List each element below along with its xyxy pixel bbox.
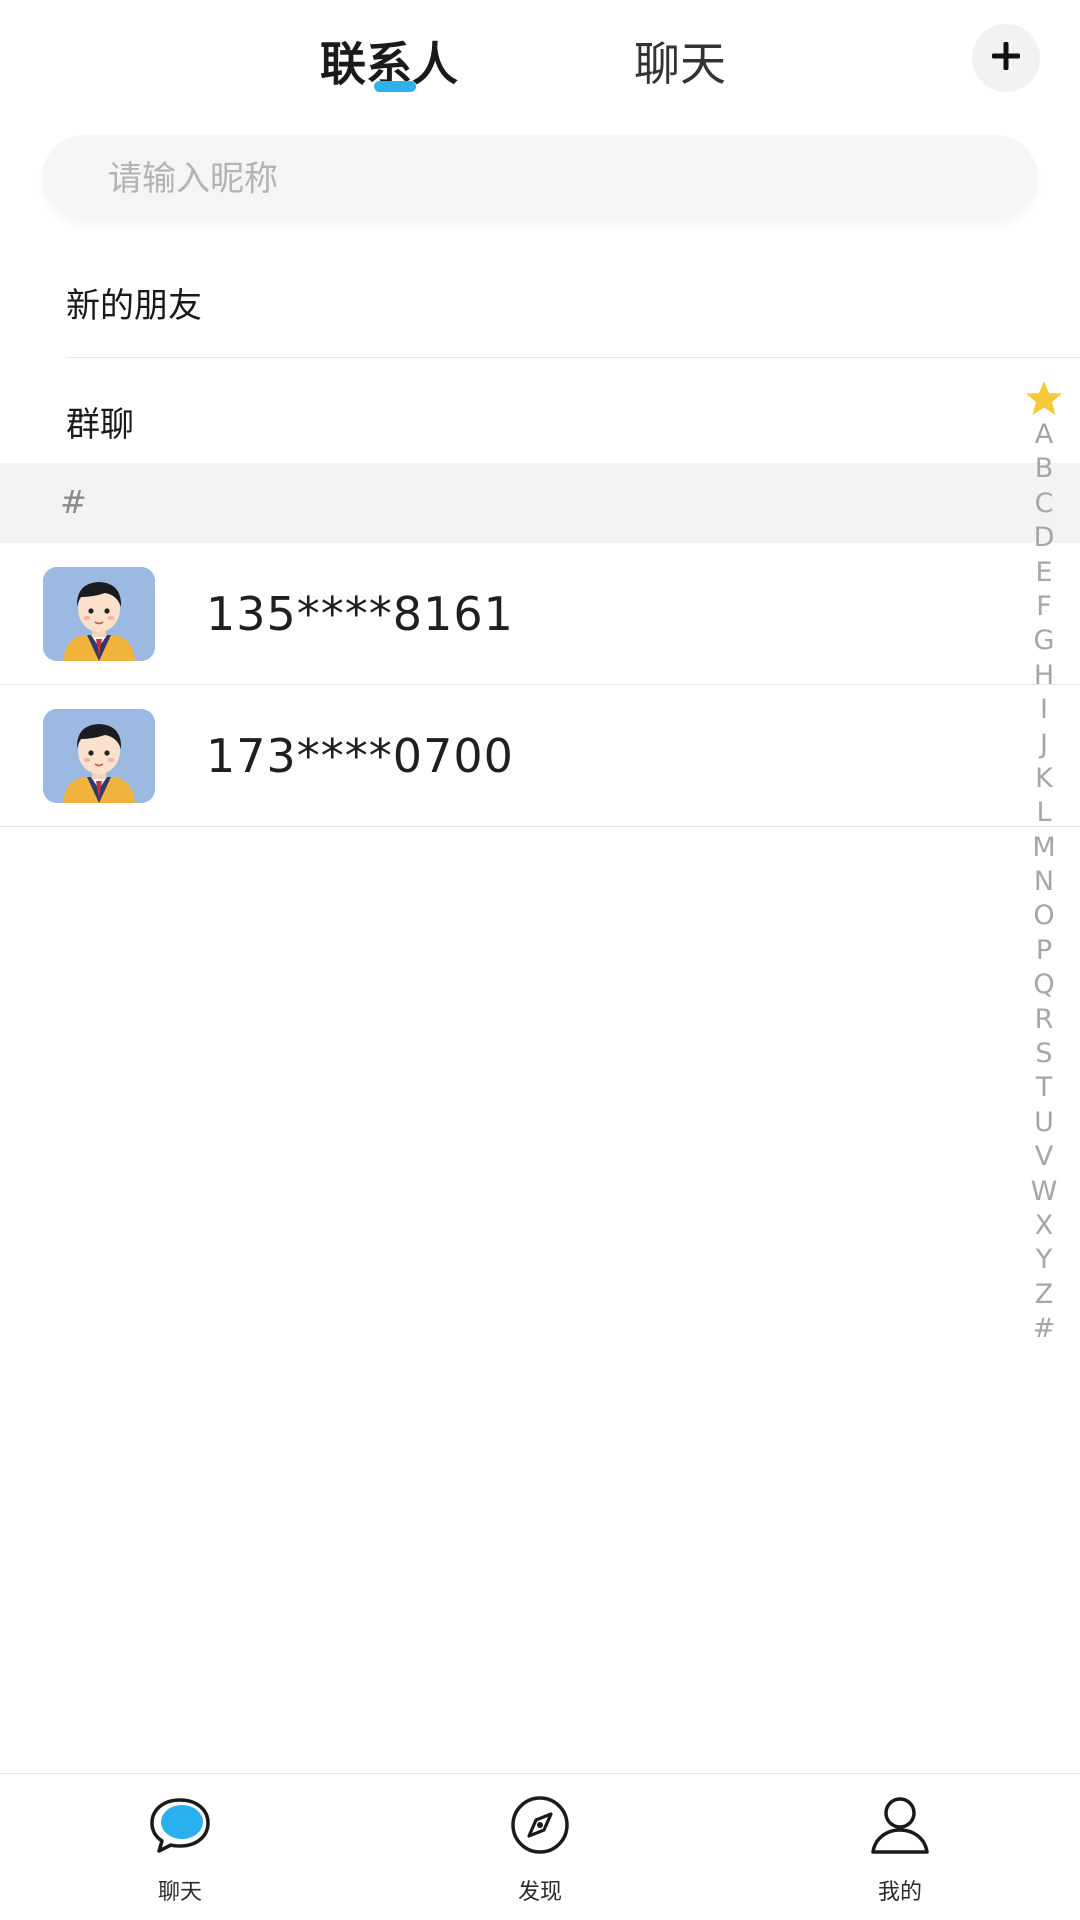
- new-friends-label: 新的朋友: [66, 286, 202, 326]
- alphabet-index-letter[interactable]: G: [1034, 624, 1055, 658]
- group-chat-label: 群聊: [66, 405, 134, 445]
- alphabet-index-letter[interactable]: R: [1035, 1003, 1054, 1037]
- contact-name: 135****8161: [206, 587, 514, 641]
- section-header: #: [0, 463, 1080, 543]
- divider: [66, 357, 1080, 358]
- top-bar: 联系人 聊天: [0, 0, 1080, 120]
- alphabet-index-letter[interactable]: L: [1036, 796, 1051, 830]
- nav-mine[interactable]: 我的: [830, 1794, 970, 1905]
- alphabet-index-letter[interactable]: V: [1035, 1140, 1053, 1174]
- alphabet-index-letter[interactable]: M: [1032, 831, 1055, 865]
- alphabet-index-letter[interactable]: N: [1034, 865, 1054, 899]
- bottom-nav: 聊天 发现 我的: [0, 1773, 1080, 1920]
- alphabet-index-letter[interactable]: J: [1040, 728, 1048, 762]
- compass-icon: [507, 1794, 573, 1856]
- alphabet-index-letter[interactable]: O: [1033, 899, 1054, 933]
- contact-name: 173****0700: [206, 729, 514, 783]
- alphabet-index-letter[interactable]: W: [1031, 1175, 1058, 1209]
- contacts-page: 联系人 聊天 新的朋友 群聊 #: [0, 0, 1080, 1920]
- alphabet-index-letter[interactable]: E: [1035, 556, 1052, 590]
- alphabet-index-letter[interactable]: A: [1035, 418, 1053, 452]
- nav-chat[interactable]: 聊天: [110, 1794, 250, 1905]
- active-tab-indicator: [374, 81, 416, 92]
- contact-row[interactable]: 173****0700: [0, 685, 1080, 827]
- star-icon[interactable]: [1024, 378, 1064, 418]
- alphabet-index-letter[interactable]: Q: [1033, 968, 1054, 1002]
- alphabet-index[interactable]: A B C D E F G H I J K L M N O P Q R S T U V W X Y Z #: [1024, 378, 1064, 1347]
- alphabet-index-letter[interactable]: Z: [1035, 1278, 1054, 1312]
- alphabet-index-letter[interactable]: S: [1035, 1037, 1052, 1071]
- nav-chat-label: 聊天: [157, 1880, 202, 1905]
- alphabet-index-letter[interactable]: H: [1034, 659, 1054, 693]
- chat-bubble-icon: [147, 1794, 213, 1856]
- person-icon: [867, 1794, 933, 1856]
- alphabet-index-letter[interactable]: C: [1035, 487, 1054, 521]
- nav-mine-label: 我的: [877, 1880, 922, 1905]
- alphabet-index-letter[interactable]: T: [1036, 1071, 1053, 1105]
- alphabet-index-letter[interactable]: P: [1036, 934, 1052, 968]
- alphabet-index-letter[interactable]: K: [1035, 762, 1053, 796]
- nav-discover-label: 发现: [517, 1880, 562, 1905]
- alphabet-index-letter[interactable]: Y: [1036, 1243, 1053, 1277]
- tab-chat[interactable]: 聊天: [634, 28, 726, 94]
- alphabet-index-letter[interactable]: U: [1034, 1106, 1054, 1140]
- alphabet-index-letter[interactable]: #: [1033, 1312, 1056, 1346]
- alphabet-index-letter[interactable]: B: [1035, 452, 1054, 486]
- group-chat-row[interactable]: 群聊: [0, 359, 1080, 463]
- alphabet-index-letter[interactable]: X: [1035, 1209, 1054, 1243]
- plus-icon: [989, 39, 1023, 77]
- alphabet-index-letter[interactable]: I: [1040, 693, 1048, 727]
- boy-avatar-icon: [43, 567, 155, 661]
- search-bar: [42, 135, 1038, 223]
- nav-discover[interactable]: 发现: [470, 1794, 610, 1905]
- alphabet-index-letter[interactable]: D: [1034, 521, 1055, 555]
- search-input[interactable]: [106, 135, 1010, 223]
- add-button[interactable]: [972, 24, 1040, 92]
- new-friends-row[interactable]: 新的朋友: [0, 240, 1080, 358]
- boy-avatar-icon: [43, 709, 155, 803]
- contact-row[interactable]: 135****8161: [0, 543, 1080, 685]
- section-header-label: #: [60, 483, 87, 521]
- alphabet-index-letter[interactable]: F: [1036, 590, 1052, 624]
